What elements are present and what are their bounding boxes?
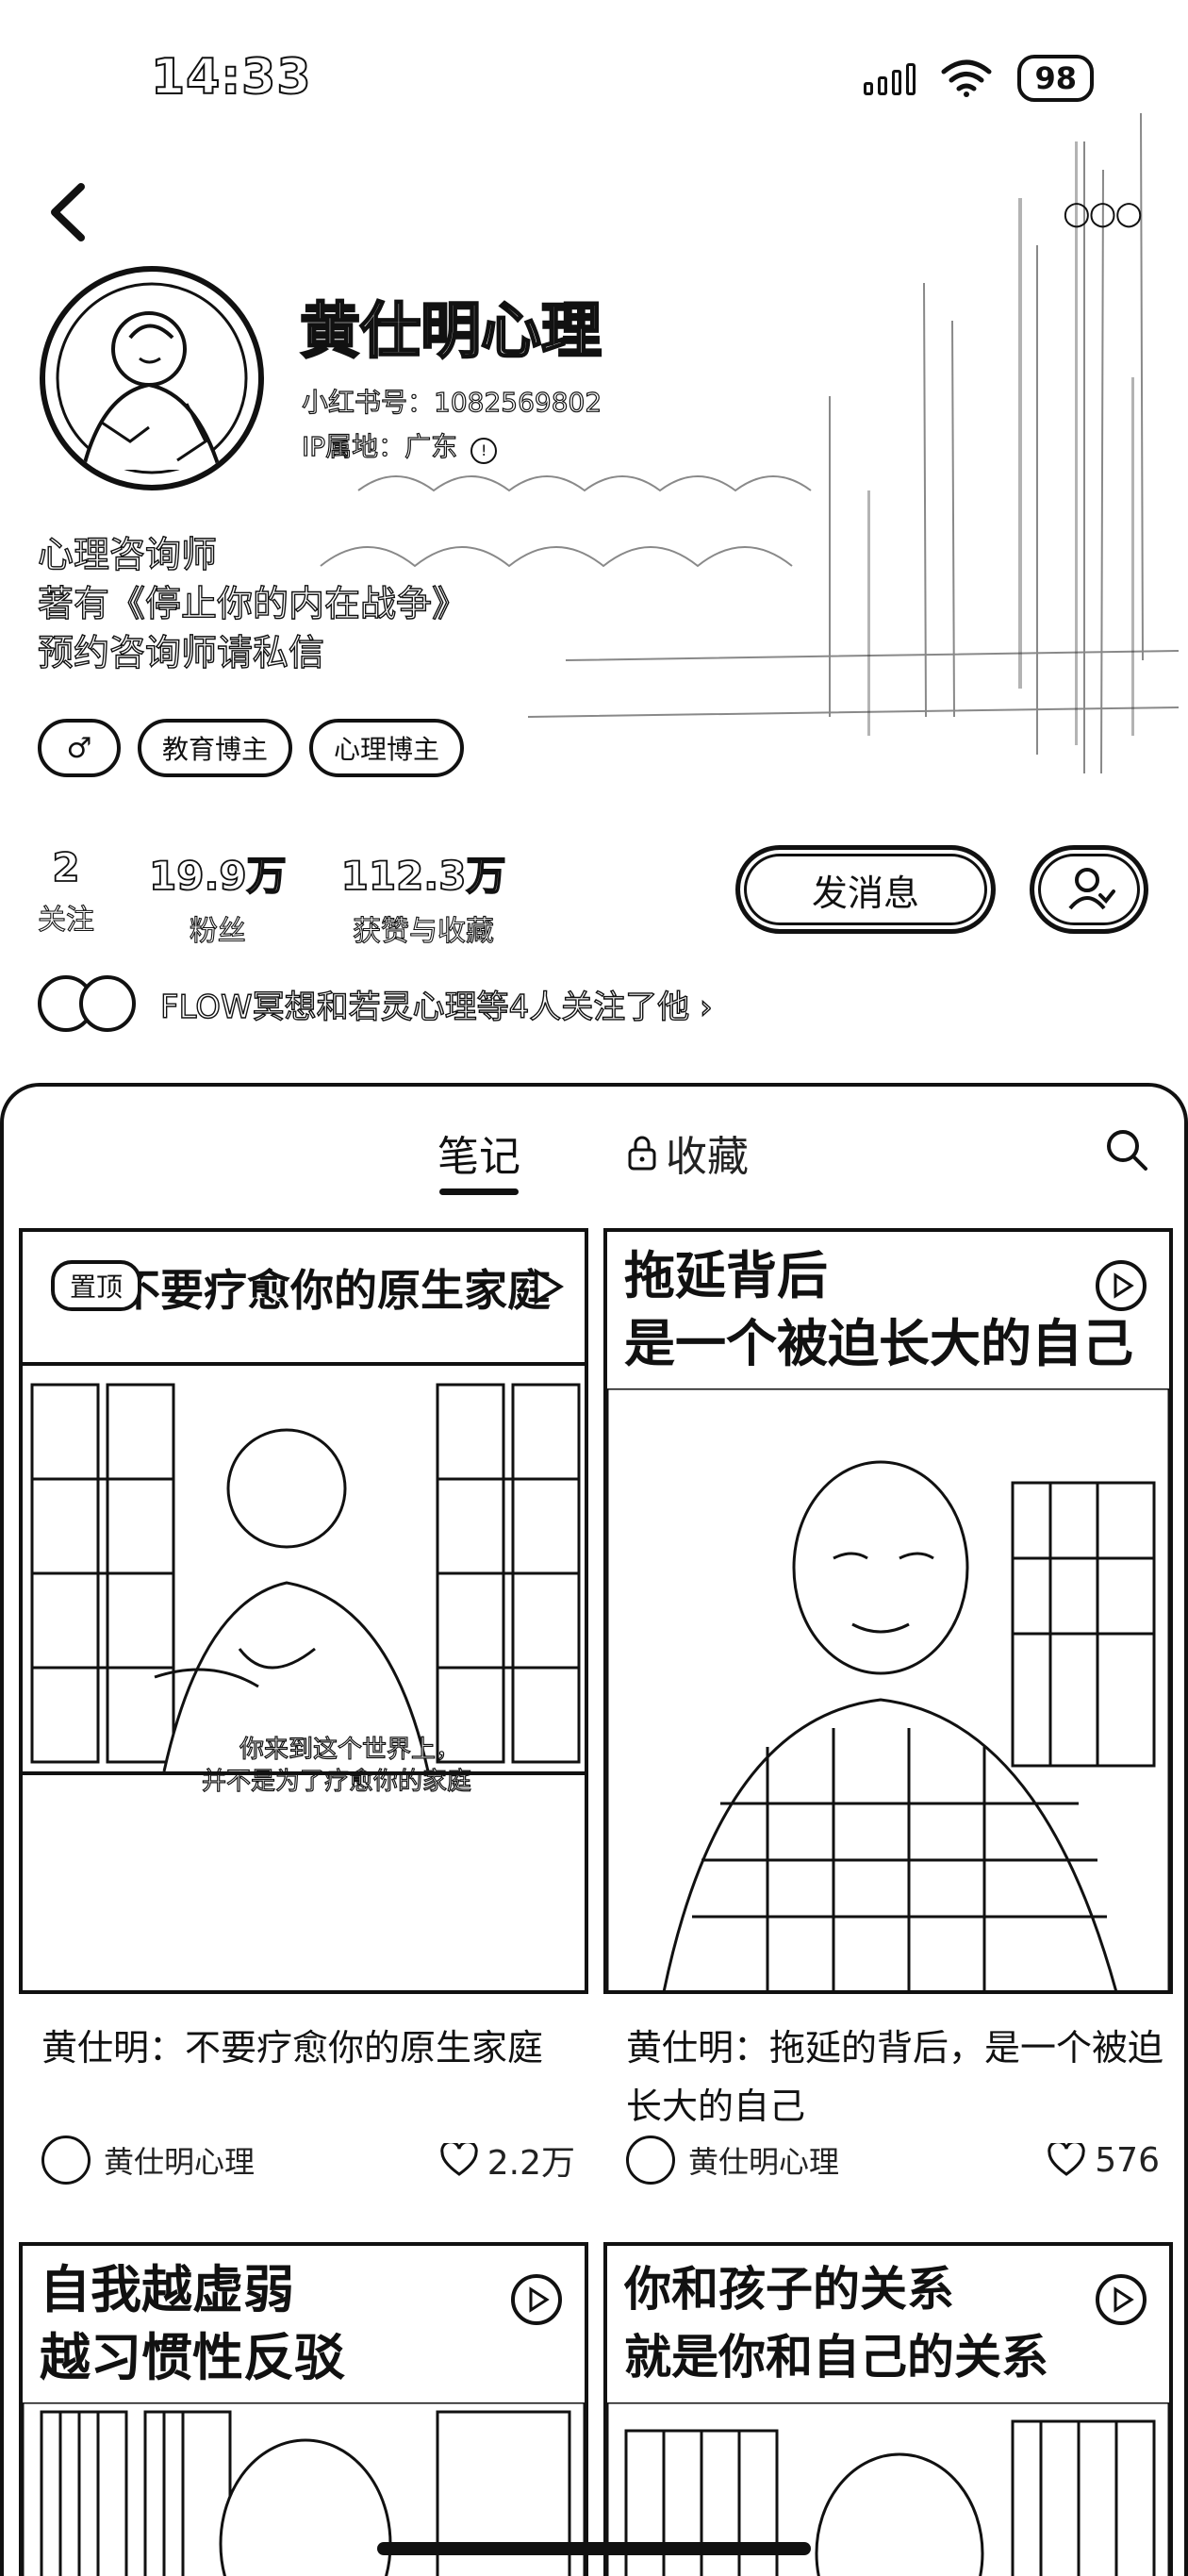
more-options-icon[interactable]: ○○○ (1063, 194, 1143, 232)
author-avatar (626, 2136, 675, 2185)
battery-level: 98 (1017, 55, 1094, 102)
author-name: 黄仕明心理 (688, 2144, 840, 2180)
author-name: 黄仕明心理 (104, 2144, 256, 2180)
active-tab-indicator (439, 1188, 519, 1195)
stat-label: 粉丝 (189, 914, 246, 948)
note-cover[interactable]: 你和孩子的关系 就是你和自己的关系 (603, 2242, 1173, 2576)
cover-title-line: 越习惯性反驳 (40, 2327, 345, 2387)
mutual-avatars (38, 975, 136, 1032)
stat-label: 关注 (37, 903, 94, 937)
cover-title-line: 就是你和自己的关系 (624, 2329, 1048, 2385)
lock-icon (628, 1136, 656, 1171)
follow-button[interactable] (1030, 845, 1148, 934)
note-caption: 黄仕明：拖延的背后，是一个被迫长大的自己 (626, 2027, 1164, 2127)
note-card[interactable]: 你和孩子的关系 就是你和自己的关系 (603, 2242, 1173, 2576)
ip-location-text: IP属地：广东 (301, 430, 458, 462)
tag-education-blogger[interactable]: 教育博主 (138, 719, 293, 777)
profile-bio: 心理咨询师 著有《停止你的内在战争》 预约咨询师请私信 (37, 530, 469, 677)
bio-line: 著有《停止你的内在战争》 (37, 582, 469, 624)
wifi-icon (941, 59, 992, 97)
tab-saved-label: 收藏 (666, 1133, 749, 1181)
profile-stats: 2 关注 19.9万 粉丝 112.3万 获赞与收藏 (37, 843, 507, 949)
stat-value: 2 (51, 843, 80, 891)
profile-name: 黄仕明心理 (299, 296, 603, 369)
like-count: 576 (1095, 2140, 1160, 2180)
gender-tag: ♂ (38, 719, 121, 777)
video-play-icon (1096, 2274, 1147, 2325)
bio-line: 心理咨询师 (37, 533, 218, 575)
status-time: 14:33 (150, 48, 312, 107)
note-cover[interactable]: 自我越虚弱 越习惯性反驳 (19, 2242, 588, 2576)
heart-icon (1048, 2143, 1085, 2176)
like-button[interactable]: 2.2万 (440, 2136, 575, 2185)
tab-saved[interactable]: 收藏 (626, 1122, 749, 1183)
profile-header: 14:33 98 ○○○ 黄仕明心理 小红书号：1082569802 IP属地：… (0, 0, 1188, 1085)
heart-icon (440, 2143, 478, 2176)
note-author[interactable]: 黄仕明心理 (41, 2136, 255, 2185)
profile-ip-location: IP属地：广东! (301, 426, 498, 464)
like-count: 2.2万 (487, 2144, 575, 2183)
tab-notes[interactable]: 笔记 (437, 1122, 520, 1183)
tag-psychology-blogger[interactable]: 心理博主 (309, 719, 465, 777)
status-indicators: 98 (864, 55, 1094, 102)
video-subtitle: 你来到这个世界上， 并不是为了疗愈你的家庭 (201, 1734, 471, 1798)
mutual-avatar (79, 975, 136, 1032)
note-author[interactable]: 黄仕明心理 (626, 2136, 839, 2185)
search-icon[interactable] (1103, 1126, 1150, 1173)
bio-line: 预约咨询师请私信 (37, 631, 325, 673)
stat-value: 112.3万 (340, 852, 507, 900)
note-card[interactable]: 拖延背后 是一个被迫长大的自己 黄仕明：拖延的背后，是一个被迫长大的自己 黄仕明… (603, 1228, 1173, 2185)
cellular-signal-icon (864, 61, 916, 95)
profile-tags: ♂ 教育博主 心理博主 (38, 719, 465, 777)
note-card[interactable]: 自我越虚弱 越习惯性反驳 (19, 2242, 588, 2576)
status-bar: 14:33 98 (0, 0, 1188, 160)
add-user-icon (1068, 868, 1115, 910)
note-cover[interactable]: 置顶 不要疗愈你的原生家庭 你来到这个世界上， 并不是为了疗愈你的家庭 (19, 1228, 588, 1994)
like-button[interactable]: 576 (1048, 2141, 1160, 2180)
profile-id[interactable]: 小红书号：1082569802 (301, 382, 602, 420)
note-card[interactable]: 置顶 不要疗愈你的原生家庭 你来到这个世界上， 并不是为了疗愈你的家庭 黄仕明：… (19, 1228, 588, 2185)
cover-title-line: 拖延背后 (624, 1245, 828, 1305)
note-cover[interactable]: 拖延背后 是一个被迫长大的自己 (603, 1228, 1173, 1994)
stat-label: 获赞与收藏 (353, 914, 495, 948)
cover-title: 自我越虚弱 越习惯性反驳 (40, 2255, 345, 2391)
video-play-icon (534, 1268, 565, 1305)
stat-value: 19.9万 (148, 852, 287, 900)
home-indicator[interactable] (377, 2542, 811, 2555)
subtitle-line: 你来到这个世界上， (239, 1735, 461, 1764)
profile-avatar[interactable] (40, 266, 264, 490)
mutual-followers-text: FLOW冥想和若灵心理等4人关注了他 › (159, 988, 713, 1026)
video-play-icon (511, 2274, 562, 2325)
cover-title: 不要疗愈你的原生家庭 (117, 1265, 551, 1316)
info-icon[interactable]: ! (470, 438, 498, 464)
send-message-button[interactable]: 发消息 (735, 845, 996, 934)
back-arrow-icon[interactable] (41, 179, 94, 245)
video-thumbnail (23, 1366, 585, 1771)
notes-panel: 笔记 收藏 置顶 不要疗愈你的原生家庭 你来到这个世界上， 并不是为了疗愈你的家… (0, 1083, 1188, 2576)
stat-likes-and-saves[interactable]: 112.3万 获赞与收藏 (340, 844, 507, 949)
mutual-followers[interactable]: FLOW冥想和若灵心理等4人关注了他 › (38, 975, 713, 1032)
content-tabs: 笔记 收藏 (4, 1087, 1184, 1219)
pinned-badge: 置顶 (51, 1260, 142, 1311)
cover-title: 拖延背后 是一个被迫长大的自己 (624, 1241, 1133, 1377)
video-thumbnail (607, 1388, 1169, 1990)
author-avatar (41, 2136, 91, 2185)
cover-title: 你和孩子的关系 就是你和自己的关系 (624, 2255, 1048, 2391)
note-meta: 黄仕明心理 2.2万 (41, 2136, 575, 2185)
stat-followers[interactable]: 19.9万 粉丝 (148, 844, 287, 949)
video-play-icon (1096, 1260, 1147, 1311)
cover-bottom-divider (23, 1771, 585, 1775)
cover-title-line: 是一个被迫长大的自己 (624, 1313, 1133, 1373)
note-meta: 黄仕明心理 576 (626, 2136, 1160, 2185)
cover-title-line: 自我越虚弱 (40, 2259, 294, 2319)
stat-following[interactable]: 2 关注 (37, 843, 94, 949)
note-caption: 黄仕明：不要疗愈你的原生家庭 (41, 2027, 544, 2069)
cover-title-line: 你和孩子的关系 (624, 2261, 954, 2317)
